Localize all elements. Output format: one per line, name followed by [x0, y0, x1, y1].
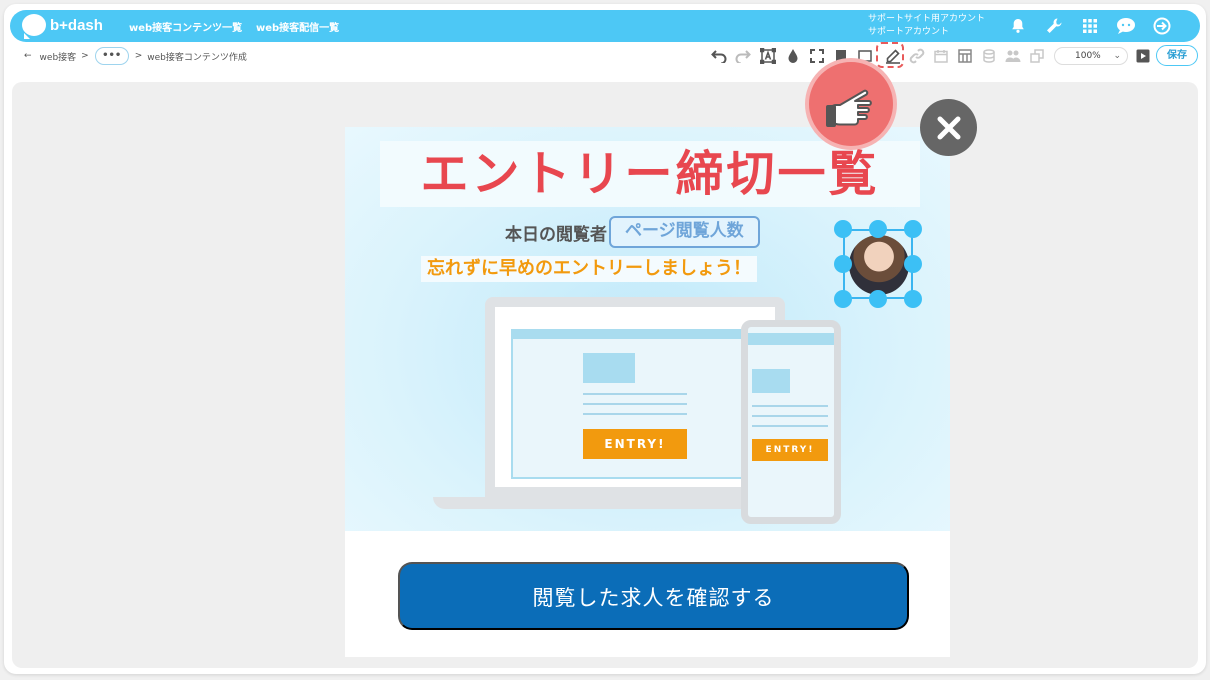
fullscreen-icon[interactable]: [808, 47, 826, 65]
resize-handle-bottom[interactable]: [869, 290, 887, 308]
breadcrumb-separator: >: [81, 51, 89, 61]
wrench-icon[interactable]: [1044, 16, 1064, 36]
breadcrumb-root[interactable]: web接客: [40, 50, 77, 63]
account-site-label: サポートサイト用アカウント: [868, 14, 986, 24]
logo-icon: [22, 14, 46, 39]
calendar-icon[interactable]: [932, 47, 950, 65]
table-icon[interactable]: [956, 47, 974, 65]
zoom-select[interactable]: 100% ⌄: [1054, 47, 1128, 65]
preview-play-icon[interactable]: [1134, 47, 1152, 65]
bell-icon[interactable]: [1008, 16, 1028, 36]
redo-icon[interactable]: [734, 47, 752, 65]
web-content-banner: エントリー締切一覧 本日の閲覧者 ページ閲覧人数 忘れずに早めのエントリーしまし…: [345, 127, 950, 657]
copy-layers-icon[interactable]: [1028, 47, 1046, 65]
back-arrow-icon[interactable]: ←: [24, 51, 32, 61]
laptop-illustration: ENTRY!: [485, 297, 785, 497]
apps-grid-icon[interactable]: [1080, 16, 1100, 36]
chevron-down-icon: ⌄: [1113, 51, 1121, 61]
phone-illustration: ENTRY!: [741, 320, 841, 524]
banner-image[interactable]: エントリー締切一覧 本日の閲覧者 ページ閲覧人数 忘れずに早めのエントリーしまし…: [345, 127, 950, 531]
editor-toolbar: ← web接客 > ••• > web接客コンテンツ作成 100% ⌄ 保存: [4, 44, 1206, 70]
laptop-image-placeholder: [583, 353, 635, 383]
phone-text-line: [752, 415, 828, 417]
resize-handle-top[interactable]: [869, 220, 887, 238]
breadcrumb: ← web接客 > ••• > web接客コンテンツ作成: [24, 46, 247, 66]
top-header-bar: b+dash web接客コンテンツ一覧 web接客配信一覧 サポートサイト用アカ…: [10, 10, 1200, 42]
logo-text: b+dash: [50, 16, 103, 34]
database-icon[interactable]: [980, 47, 998, 65]
link-icon[interactable]: [908, 47, 926, 65]
resize-handle-top-left[interactable]: [834, 220, 852, 238]
laptop-screen-content: ENTRY!: [511, 329, 775, 479]
viewers-label: 本日の閲覧者: [505, 224, 607, 245]
phone-entry-button: ENTRY!: [752, 439, 828, 461]
entry-reminder-text: 忘れずに早めのエントリーしましょう！: [421, 256, 757, 282]
avatar: [849, 235, 909, 295]
banner-title: エントリー締切一覧: [420, 146, 880, 202]
resize-handle-left[interactable]: [834, 255, 852, 273]
support-chat-icon[interactable]: [1116, 16, 1136, 36]
resize-handle-bottom-left[interactable]: [834, 290, 852, 308]
laptop-text-line: [583, 403, 687, 405]
account-info[interactable]: サポートサイト用アカウント サポートアカウント: [868, 13, 985, 39]
banner-title-box[interactable]: エントリー締切一覧: [380, 141, 920, 207]
breadcrumb-separator-2: >: [134, 51, 143, 61]
viewers-line: 本日の閲覧者 ページ閲覧人数: [505, 216, 760, 248]
selected-avatar-element[interactable]: [834, 220, 922, 308]
resize-handle-top-right[interactable]: [904, 220, 922, 238]
close-icon[interactable]: [920, 99, 977, 156]
nav-delivery-list[interactable]: web接客配信一覧: [256, 19, 339, 34]
phone-text-line: [752, 425, 828, 427]
phone-image-placeholder: [752, 369, 790, 393]
laptop-text-line: [583, 413, 687, 415]
users-icon[interactable]: [1004, 47, 1022, 65]
account-name: サポートアカウント: [868, 27, 950, 37]
laptop-header-bar: [513, 331, 773, 339]
undo-icon[interactable]: [710, 47, 728, 65]
check-viewed-jobs-button[interactable]: 閲覧した求人を確認する: [398, 562, 909, 630]
color-drop-icon[interactable]: [784, 47, 802, 65]
highlight-ring: [876, 42, 904, 68]
resize-handle-right[interactable]: [904, 255, 922, 273]
logo[interactable]: b+dash: [22, 14, 103, 39]
viewers-variable-pill[interactable]: ページ閲覧人数: [609, 216, 760, 248]
save-button[interactable]: 保存: [1156, 45, 1198, 66]
laptop-text-line: [583, 393, 687, 395]
breadcrumb-ellipsis[interactable]: •••: [94, 47, 129, 65]
breadcrumb-current: web接客コンテンツ作成: [147, 52, 247, 63]
resize-handle-bottom-right[interactable]: [904, 290, 922, 308]
logout-icon[interactable]: [1152, 16, 1172, 36]
phone-header-bar: [748, 333, 834, 345]
nav-content-list[interactable]: web接客コンテンツ一覧: [129, 19, 242, 34]
text-frame-icon[interactable]: [759, 47, 777, 65]
laptop-entry-button: ENTRY!: [583, 429, 687, 459]
pointing-hand-icon: [805, 58, 897, 150]
zoom-value: 100%: [1075, 51, 1101, 61]
phone-text-line: [752, 405, 828, 407]
